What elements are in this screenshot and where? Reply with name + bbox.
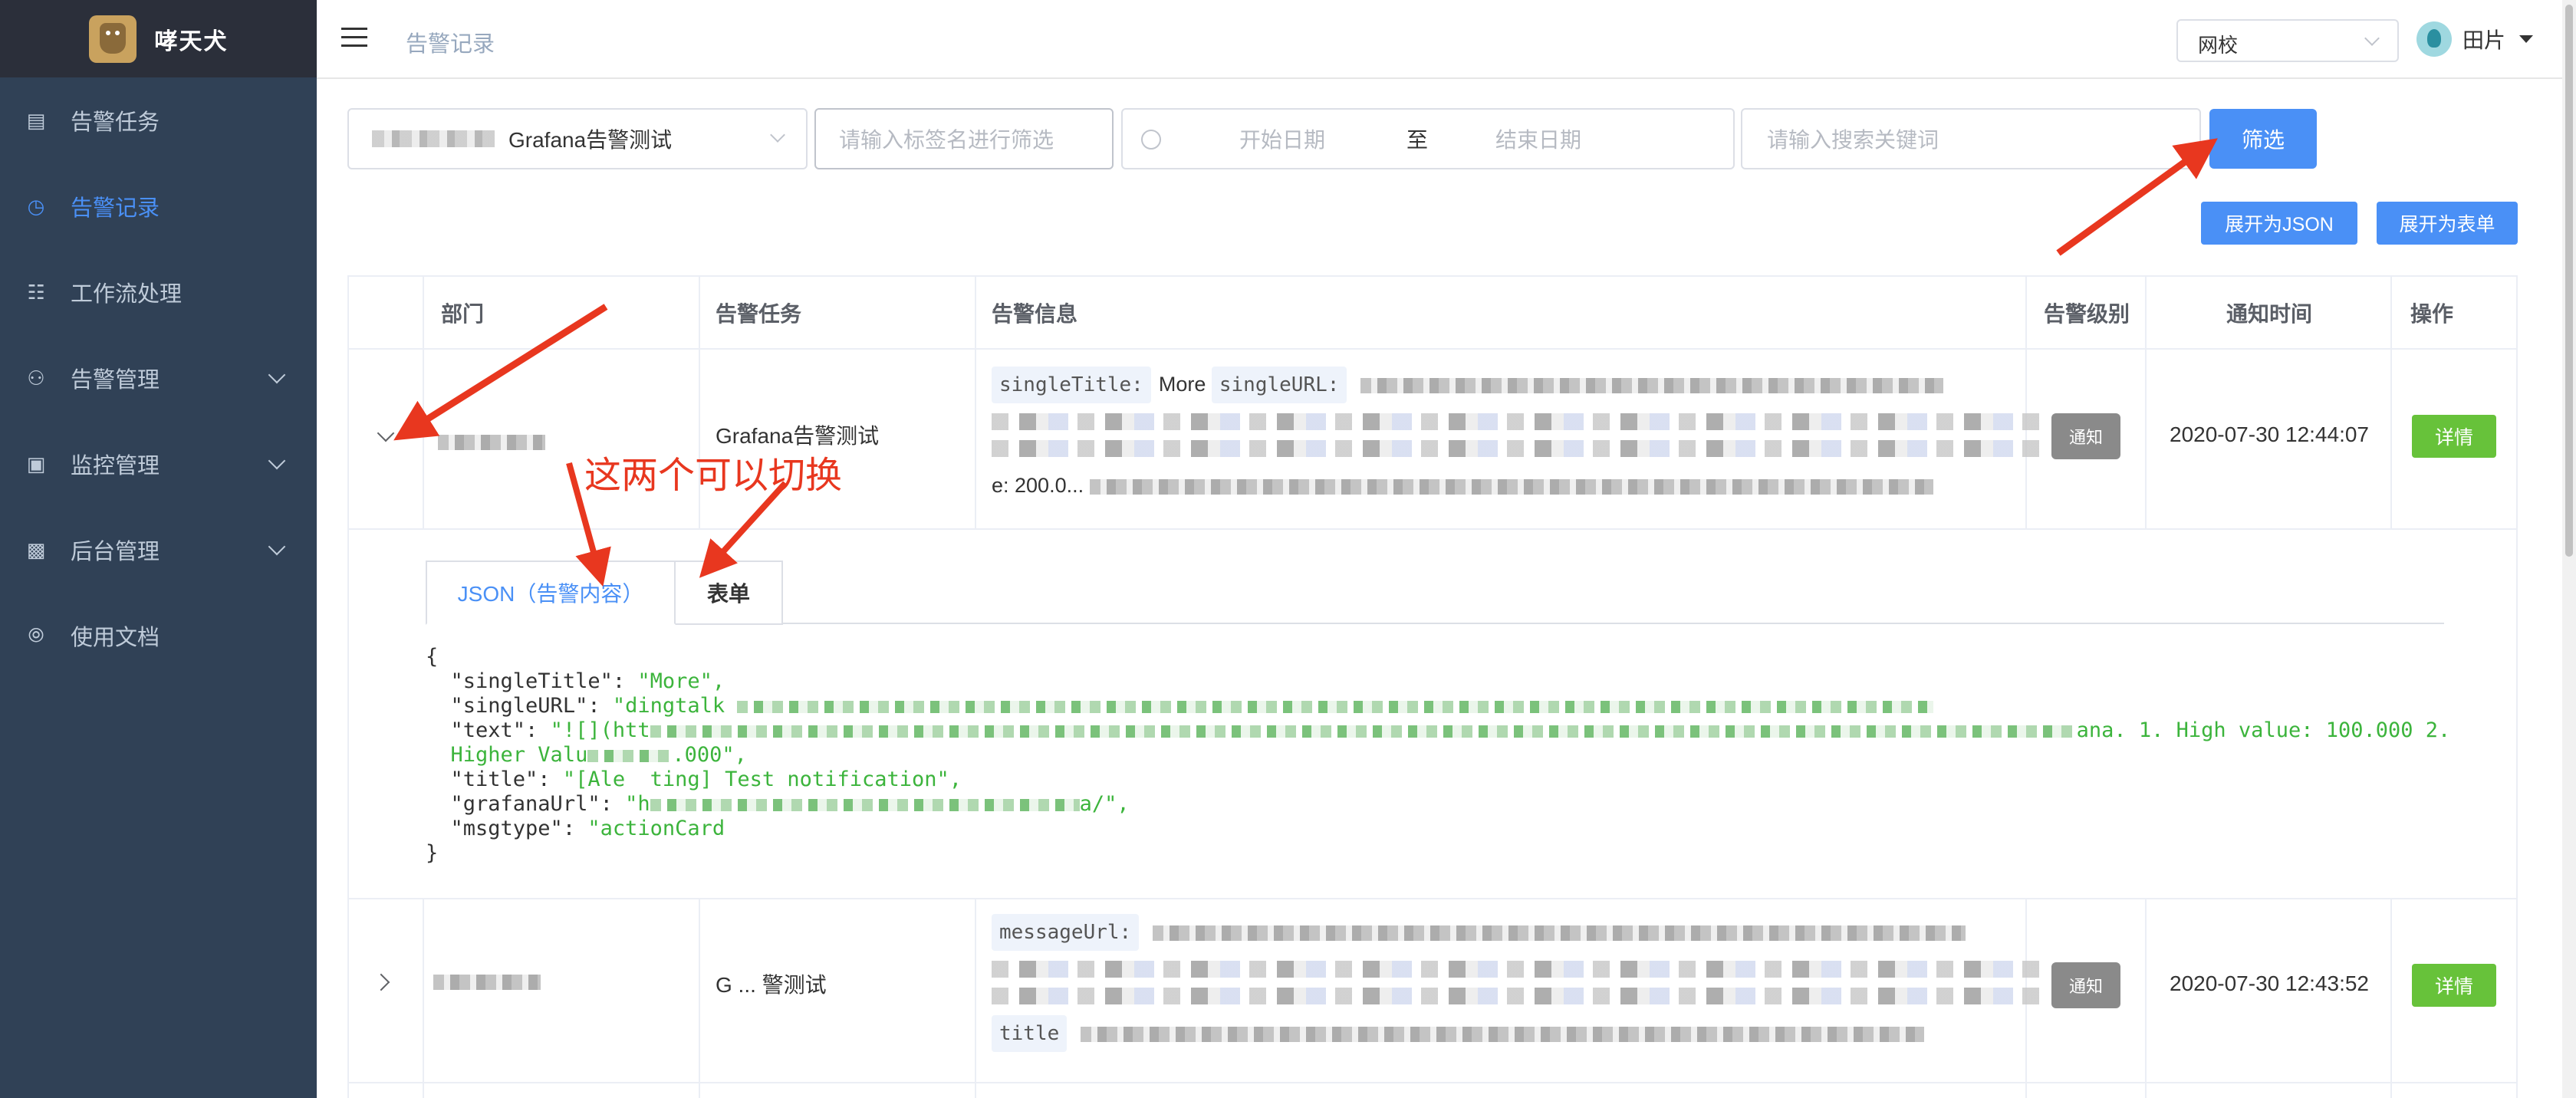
page-scrollbar[interactable]	[2562, 0, 2576, 1098]
annotation-arrows	[393, 138, 2218, 587]
arrow-to-expander	[393, 304, 608, 441]
arrow-to-filter	[2056, 138, 2218, 256]
scrollbar-thumb[interactable]	[2565, 5, 2573, 557]
arrow-to-form-tab	[699, 481, 788, 578]
arrow-to-json-tab	[566, 462, 611, 587]
